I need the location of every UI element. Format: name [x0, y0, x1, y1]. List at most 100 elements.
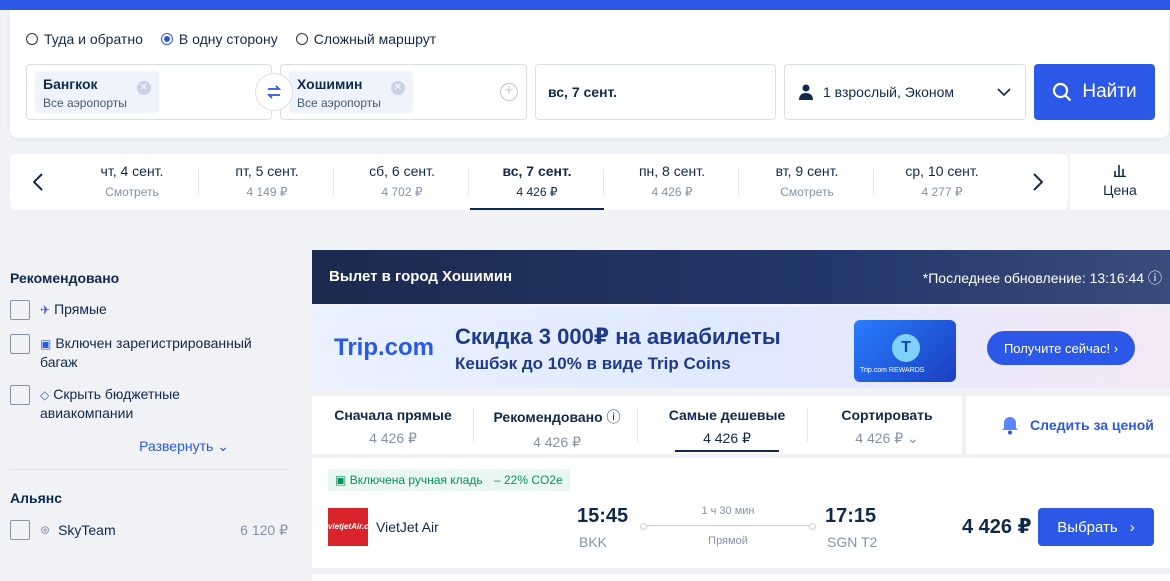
filter-checked-baggage[interactable]: ▣ Включен зарегистрированный багаж — [10, 334, 288, 371]
from-field[interactable]: Бангкок Все аэропорты ✕ — [26, 64, 272, 120]
chevron-down-icon: ⌄ — [217, 438, 229, 454]
from-city-chip[interactable]: Бангкок Все аэропорты ✕ — [35, 71, 159, 113]
sort-bar: Сначала прямые 4 426 ₽ Рекомендовано ⓘ 4 4… — [312, 396, 962, 454]
radio-icon — [26, 33, 38, 45]
top-accent-bar — [0, 0, 1170, 10]
alliance-title: Альянс — [10, 490, 63, 506]
stops-label: Прямой — [708, 535, 748, 547]
add-city-icon[interactable]: + — [500, 83, 518, 101]
passengers-field[interactable]: 1 взрослый, Эконом — [784, 64, 1026, 120]
price-alert-button[interactable]: Следить за ценой — [966, 396, 1170, 454]
promo-headline: Скидка 3 000₽ на авиабилеты — [455, 324, 781, 349]
swap-icon — [266, 85, 282, 99]
arrival-airport: SGN T2 — [827, 534, 878, 550]
info-icon: ⓘ — [606, 409, 621, 425]
route-line — [640, 523, 816, 530]
sort-cheapest[interactable]: Самые дешевые 4 426 ₽ — [646, 396, 808, 454]
radio-one-way[interactable]: В одну сторону — [160, 31, 278, 47]
date-option-selected[interactable]: вс, 7 сент. 4 426 ₽ — [470, 154, 604, 210]
bell-icon — [1002, 417, 1018, 435]
info-icon[interactable]: ⓘ — [1148, 270, 1162, 286]
prev-dates-button[interactable] — [24, 168, 52, 196]
from-city-name: Бангкок — [43, 76, 98, 92]
chevron-down-icon — [997, 88, 1011, 96]
sort-recommended[interactable]: Рекомендовано ⓘ 4 426 ₽ — [476, 396, 638, 454]
price-tab-label: Цена — [1103, 182, 1137, 198]
radio-multi-city[interactable]: Сложный маршрут — [295, 31, 436, 47]
co2-tag: – 22% CO2e — [487, 469, 570, 491]
date-option[interactable]: чт, 4 сент. Смотреть — [65, 154, 199, 210]
radio-round-trip[interactable]: Туда и обратно — [26, 31, 143, 47]
next-flight-card[interactable] — [312, 574, 1170, 581]
results-header: Вылет в город Хошимин *Последнее обновле… — [312, 250, 1170, 304]
trip-type-selector: Туда и обратно В одну сторону Сложный ма… — [26, 31, 436, 47]
checkbox[interactable] — [10, 334, 30, 354]
chevron-right-icon — [1033, 173, 1043, 191]
date-option[interactable]: сб, 6 сент. 4 702 ₽ — [335, 154, 469, 210]
filter-direct[interactable]: ✈ Прямые — [10, 300, 288, 320]
checkbox[interactable] — [10, 300, 30, 320]
date-field[interactable]: вс, 7 сент. — [535, 64, 776, 120]
date-option[interactable]: ср, 10 сент. 4 277 ₽ — [875, 154, 1009, 210]
arrival-time: 17:15 — [825, 505, 877, 527]
checkbox[interactable] — [10, 385, 30, 405]
filter-skyteam[interactable]: ⊛ SkyTeam 6 120 ₽ — [10, 520, 288, 540]
next-dates-button[interactable] — [1024, 168, 1052, 196]
filter-hide-budget[interactable]: ◇ Скрыть бюджетные авиакомпании — [10, 385, 288, 422]
divider — [10, 469, 288, 470]
radio-checked-icon — [160, 33, 173, 45]
expand-filters-link[interactable]: Развернуть ⌄ — [10, 438, 288, 455]
promo-subtitle: Кешбэк до 10% в виде Trip Coins — [455, 354, 731, 373]
date-price-strip: чт, 4 сент. Смотреть пт, 5 сент. 4 149 ₽ с… — [10, 154, 1068, 210]
departure-time: 15:45 — [577, 505, 629, 527]
promo-banner[interactable]: Trip.com Скидка 3 000₽ на авиабилеты Кеш… — [312, 307, 1170, 388]
departure-airport: BKK — [579, 534, 608, 550]
date-value: вс, 7 сент. — [548, 84, 618, 100]
price-chart-tab[interactable]: Цена — [1070, 154, 1170, 210]
baggage-icon: ▣ — [40, 337, 52, 351]
select-flight-button[interactable]: Выбрать › — [1038, 508, 1154, 546]
sort-direct-first[interactable]: Сначала прямые 4 426 ₽ — [312, 396, 474, 454]
flight-price: 4 426 ₽ — [962, 516, 1032, 538]
bar-chart-icon — [1114, 165, 1126, 178]
date-option[interactable]: пн, 8 сент. 4 426 ₽ — [605, 154, 739, 210]
to-field[interactable]: Хошимин Все аэропорты ✕ + — [280, 64, 527, 120]
sort-dropdown[interactable]: Сортировать 4 426 ₽ ⌄ — [806, 396, 968, 454]
search-button[interactable]: Найти — [1034, 64, 1155, 120]
rewards-card-image: T Trip.com REWARDS — [854, 320, 956, 382]
search-button-label: Найти — [1082, 81, 1137, 102]
date-option[interactable]: вт, 9 сент. Смотреть — [740, 154, 874, 210]
results-title: Вылет в город Хошимин — [329, 268, 513, 285]
filters-sidebar: Рекомендовано ✈ Прямые ▣ Включен зарегистр… — [10, 250, 288, 540]
tag-icon: ◇ — [40, 388, 50, 402]
airline-name: VietJet Air — [376, 519, 439, 535]
skyteam-icon: ⊛ — [40, 523, 51, 537]
to-city-name: Хошимин — [297, 76, 363, 92]
trip-logo: Trip.com — [334, 334, 435, 361]
chevron-left-icon — [33, 173, 43, 191]
clear-from-icon[interactable]: ✕ — [136, 81, 151, 95]
person-icon — [799, 84, 813, 100]
last-updated: *Последнее обновление: 13:16:44 ⓘ — [922, 270, 1162, 286]
rewards-t-icon: T — [892, 334, 920, 362]
flight-duration: 1 ч 30 мин — [701, 505, 755, 517]
chevron-down-icon: ⌄ — [907, 430, 919, 446]
plane-icon: ✈ — [40, 303, 51, 317]
clear-to-icon[interactable]: ✕ — [390, 81, 405, 95]
airline-logo: vietjetAir.com — [328, 508, 380, 546]
recommended-title: Рекомендовано — [10, 270, 120, 286]
radio-icon — [295, 33, 308, 45]
from-city-airports: Все аэропорты — [43, 96, 127, 110]
to-city-chip[interactable]: Хошимин Все аэропорты ✕ — [289, 71, 413, 113]
luggage-icon: ▣ — [335, 473, 347, 487]
hand-luggage-tag: ▣ Включена ручная кладь — [328, 469, 490, 491]
date-option[interactable]: пт, 5 сент. 4 149 ₽ — [200, 154, 334, 210]
search-icon — [1053, 82, 1072, 102]
chevron-right-icon: › — [1129, 518, 1135, 536]
get-now-button[interactable]: Получите сейчас! › — [987, 331, 1135, 365]
to-city-airports: Все аэропорты — [297, 96, 381, 110]
checkbox[interactable] — [10, 520, 30, 540]
passengers-value: 1 взрослый, Эконом — [823, 84, 955, 100]
swap-cities-button[interactable] — [255, 73, 293, 111]
flight-card[interactable]: ▣ Включена ручная кладь – 22% CO2e vietj… — [312, 458, 1170, 568]
